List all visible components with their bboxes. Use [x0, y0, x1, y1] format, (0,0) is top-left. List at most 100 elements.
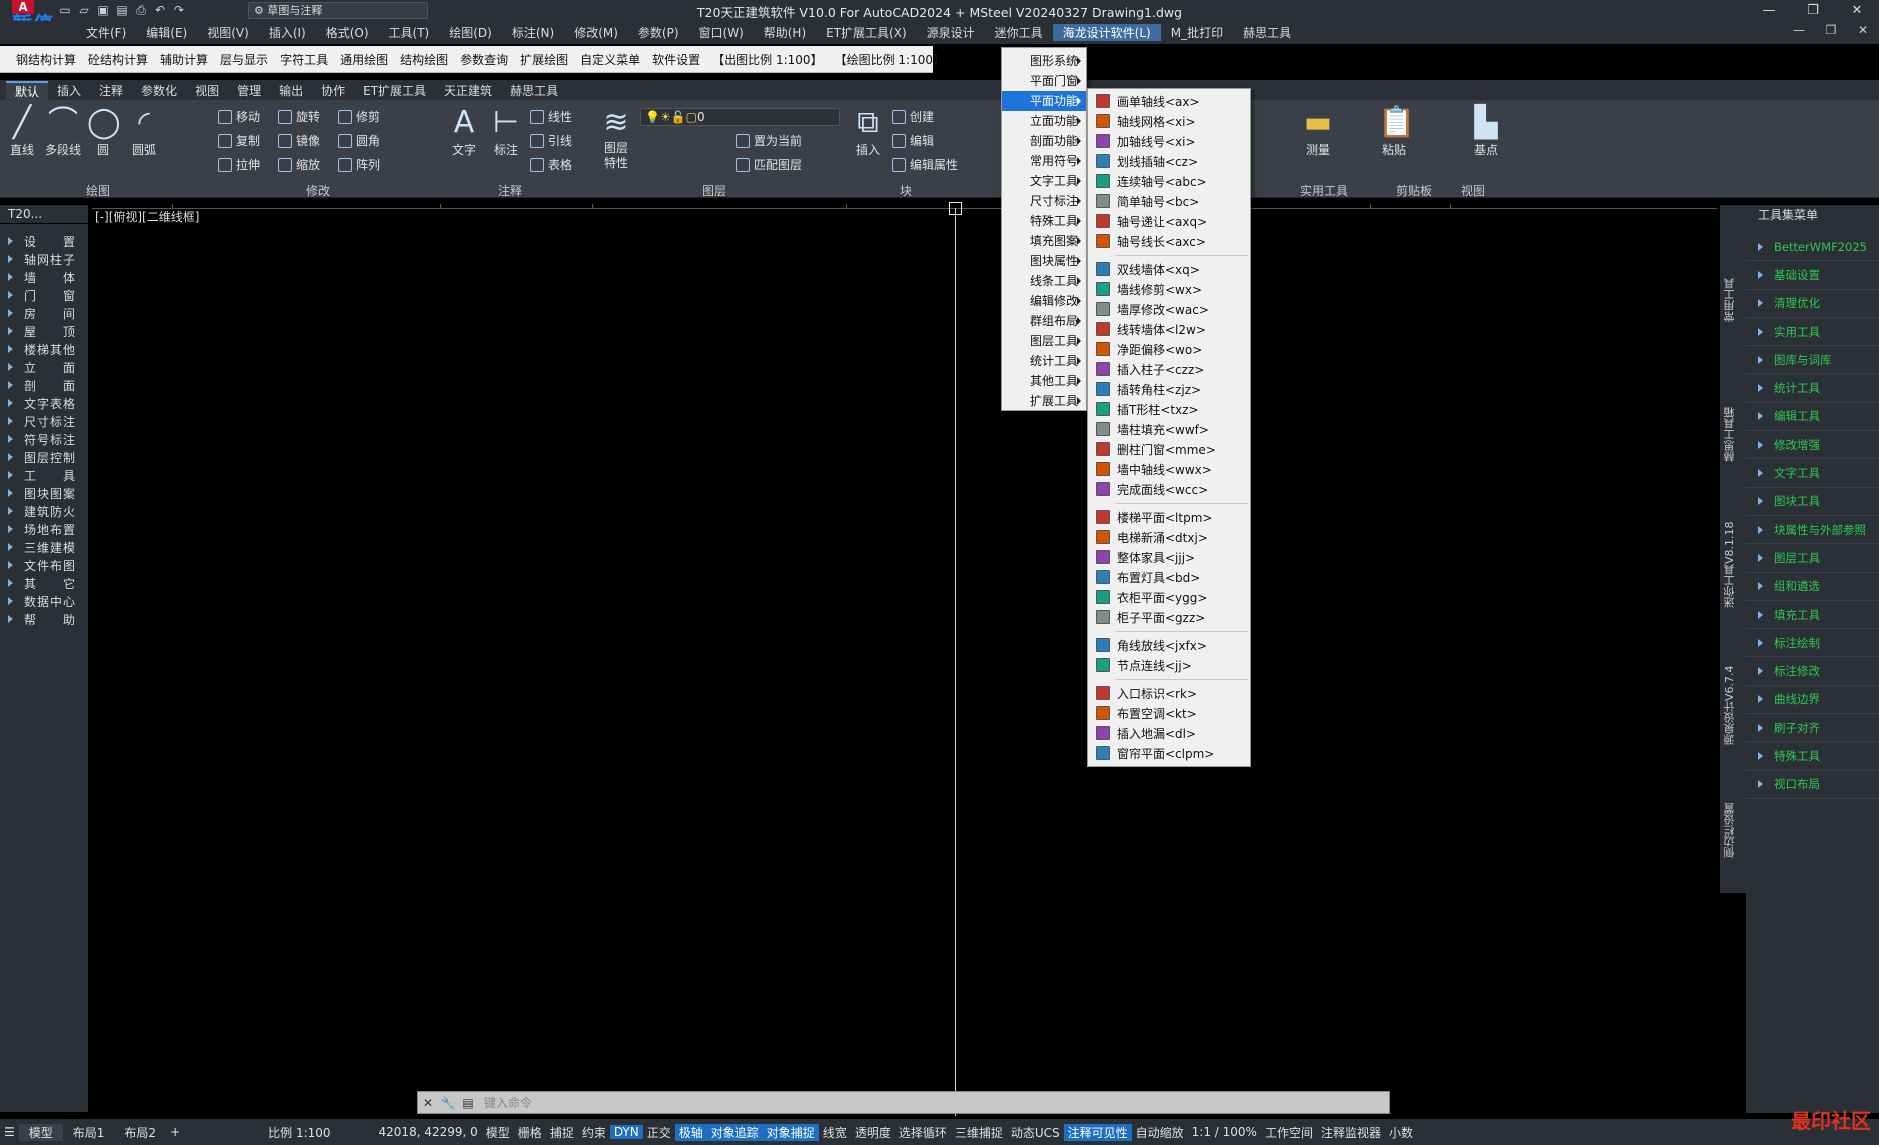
submenu-item[interactable]: 编辑修改 — [1002, 291, 1086, 311]
command-item[interactable]: 连续轴号<abc> — [1088, 171, 1250, 191]
submenu-item[interactable]: 线条工具 — [1002, 271, 1086, 291]
menu-item[interactable]: 迷你工具 — [985, 24, 1053, 41]
left-panel-item[interactable]: 文字表格 — [0, 394, 88, 412]
command-item[interactable]: 墙中轴线<wwx> — [1088, 459, 1250, 479]
ribbon-tab[interactable]: 协作 — [312, 82, 354, 99]
right-panel-item[interactable]: 标注绘制 — [1746, 629, 1879, 658]
workspace-selector[interactable]: ⚙ 草图与注释 — [248, 2, 428, 19]
undo-icon[interactable]: ↶ — [153, 4, 167, 17]
layout-tab[interactable]: 布局1 — [63, 1124, 115, 1141]
menu-item[interactable]: 插入(I) — [259, 24, 316, 41]
toolbar-item[interactable]: 钢结构计算 — [10, 51, 82, 68]
fillet-button[interactable]: 圆角 — [338, 132, 380, 149]
status-toggle[interactable]: 选择循环 — [895, 1124, 951, 1141]
doc-minimize-icon[interactable]: — — [1783, 23, 1815, 43]
ribbon-tab[interactable]: ET扩展工具 — [354, 82, 435, 99]
left-panel-item[interactable]: 房 间 — [0, 304, 88, 322]
create-block-button[interactable]: 创建 — [892, 108, 934, 125]
menu-item[interactable]: 工具(T) — [379, 24, 440, 41]
layer-dropdown[interactable]: 💡☀🔓▢ 0 — [640, 108, 840, 126]
menu-item[interactable]: 参数(P) — [628, 24, 689, 41]
ribbon-tab[interactable]: 参数化 — [132, 82, 186, 99]
left-panel-item[interactable]: 门 窗 — [0, 286, 88, 304]
circle-tool[interactable]: ◯ 圆 — [83, 108, 123, 158]
status-toggle[interactable]: 1:1 / 100% — [1188, 1125, 1261, 1139]
submenu-item[interactable]: 文字工具 — [1002, 171, 1086, 191]
vtab-sidebar-settings[interactable]: 侧边栏设置 — [1722, 786, 1744, 876]
left-panel-item[interactable]: 建筑防火 — [0, 502, 88, 520]
command-item[interactable]: 节点连线<jj> — [1088, 655, 1250, 675]
print-icon[interactable]: ⎙ — [134, 4, 148, 17]
status-toggle[interactable]: 正交 — [643, 1124, 675, 1141]
toolbar-item[interactable]: 自定义菜单 — [574, 51, 646, 68]
arc-tool[interactable]: ◜ 圆弧 — [124, 108, 164, 158]
menu-lines-icon[interactable]: ☰ — [0, 1125, 19, 1139]
submenu-item[interactable]: 平面功能 — [1002, 91, 1086, 111]
rotate-button[interactable]: 旋转 — [278, 108, 320, 125]
status-toggle[interactable]: 自动缩放 — [1132, 1124, 1188, 1141]
toolbar-item[interactable]: 参数查询 — [454, 51, 514, 68]
submenu-item[interactable]: 图块属性 — [1002, 251, 1086, 271]
submenu-item[interactable]: 特殊工具 — [1002, 211, 1086, 231]
layout-tab[interactable]: 模型 — [18, 1123, 63, 1141]
new-file-icon[interactable]: ▭ — [58, 4, 72, 17]
menu-item[interactable]: 视图(V) — [197, 24, 259, 41]
submenu-item[interactable]: 剖面功能 — [1002, 131, 1086, 151]
left-panel-item[interactable]: 尺寸标注 — [0, 412, 88, 430]
status-toggle[interactable]: 动态UCS — [1007, 1124, 1064, 1141]
ribbon-tab[interactable]: 默认 — [6, 80, 49, 100]
paste-tool[interactable]: 📋 粘贴 — [1374, 108, 1415, 158]
left-panel-item[interactable]: 图块图案 — [0, 484, 88, 502]
ribbon-tab[interactable]: 注释 — [90, 82, 132, 99]
left-panel-item[interactable]: 轴网柱子 — [0, 250, 88, 268]
toolbar-item[interactable]: 砼结构计算 — [82, 51, 154, 68]
basepoint-tool[interactable]: ▙ 基点 — [1466, 108, 1506, 158]
right-panel-item[interactable]: 编辑工具 — [1746, 403, 1879, 432]
edit-block-button[interactable]: 编辑 — [892, 132, 934, 149]
drawing-canvas[interactable] — [92, 208, 1717, 1116]
status-toggle[interactable]: 约束 — [578, 1124, 610, 1141]
right-panel-item[interactable]: 组和遴选 — [1746, 573, 1879, 601]
menu-item[interactable]: 窗口(W) — [689, 24, 754, 41]
left-panel-item[interactable]: 文件布图 — [0, 556, 88, 574]
panel-annotation[interactable]: 注释 — [498, 182, 522, 199]
vtab-common-tools[interactable]: 常用工具 — [1722, 260, 1744, 340]
dimension-tool[interactable]: ⊢ 标注 — [486, 108, 526, 158]
panel-layers[interactable]: 图层 — [702, 182, 726, 199]
command-item[interactable]: 插转角柱<zjz> — [1088, 379, 1250, 399]
toolbar-item[interactable]: 辅助计算 — [154, 51, 214, 68]
status-toggle[interactable]: 模型 — [482, 1124, 514, 1141]
close-icon[interactable]: ✕ — [1835, 0, 1879, 21]
right-panel-item[interactable]: 清理优化 — [1746, 290, 1879, 318]
command-item[interactable]: 轴线网格<xi> — [1088, 111, 1250, 131]
menu-item[interactable]: 文件(F) — [76, 24, 136, 41]
command-item[interactable]: 划线插轴<cz> — [1088, 151, 1250, 171]
command-item[interactable]: 入口标识<rk> — [1088, 683, 1250, 703]
left-panel-item[interactable]: 图层控制 — [0, 448, 88, 466]
status-toggle[interactable]: 极轴 — [674, 1123, 707, 1141]
toolbar-item[interactable]: 【出图比例 1:100】 — [706, 51, 828, 68]
panel-view[interactable]: 视图 — [1461, 182, 1485, 199]
right-panel-item[interactable]: 基础设置 — [1746, 261, 1879, 290]
toolbar-item[interactable]: 通用绘图 — [334, 51, 394, 68]
submenu-item[interactable]: 平面门窗 — [1002, 71, 1086, 91]
toolbar-item[interactable]: 层与显示 — [214, 51, 274, 68]
left-panel-item[interactable]: 剖 面 — [0, 376, 88, 394]
ribbon-tab[interactable]: 插入 — [48, 82, 90, 99]
menu-item[interactable]: M_批打印 — [1161, 24, 1233, 41]
left-panel-item[interactable]: 数据中心 — [0, 592, 88, 610]
command-item[interactable]: 柜子平面<gzz> — [1088, 607, 1250, 627]
wrench-icon[interactable]: 🔧 — [438, 1096, 458, 1110]
panel-clipboard[interactable]: 剪贴板 — [1396, 182, 1432, 199]
right-panel-item[interactable]: 实用工具 — [1746, 318, 1879, 347]
submenu-item[interactable]: 统计工具 — [1002, 351, 1086, 371]
menu-item[interactable]: 帮助(H) — [754, 24, 816, 41]
vtab-yuanquan[interactable]: 源泉设计V6.7.4 — [1722, 640, 1744, 770]
ribbon-tab[interactable]: 天正建筑 — [435, 82, 501, 99]
command-item[interactable]: 墙厚修改<wac> — [1088, 299, 1250, 319]
command-item[interactable]: 双线墙体<xq> — [1088, 259, 1250, 279]
command-item[interactable]: 角线放线<jxfx> — [1088, 635, 1250, 655]
status-toggle[interactable]: 对象捕捉 — [762, 1123, 819, 1141]
menu-item[interactable]: 修改(M) — [564, 24, 628, 41]
menu-item[interactable]: 标注(N) — [502, 24, 564, 41]
